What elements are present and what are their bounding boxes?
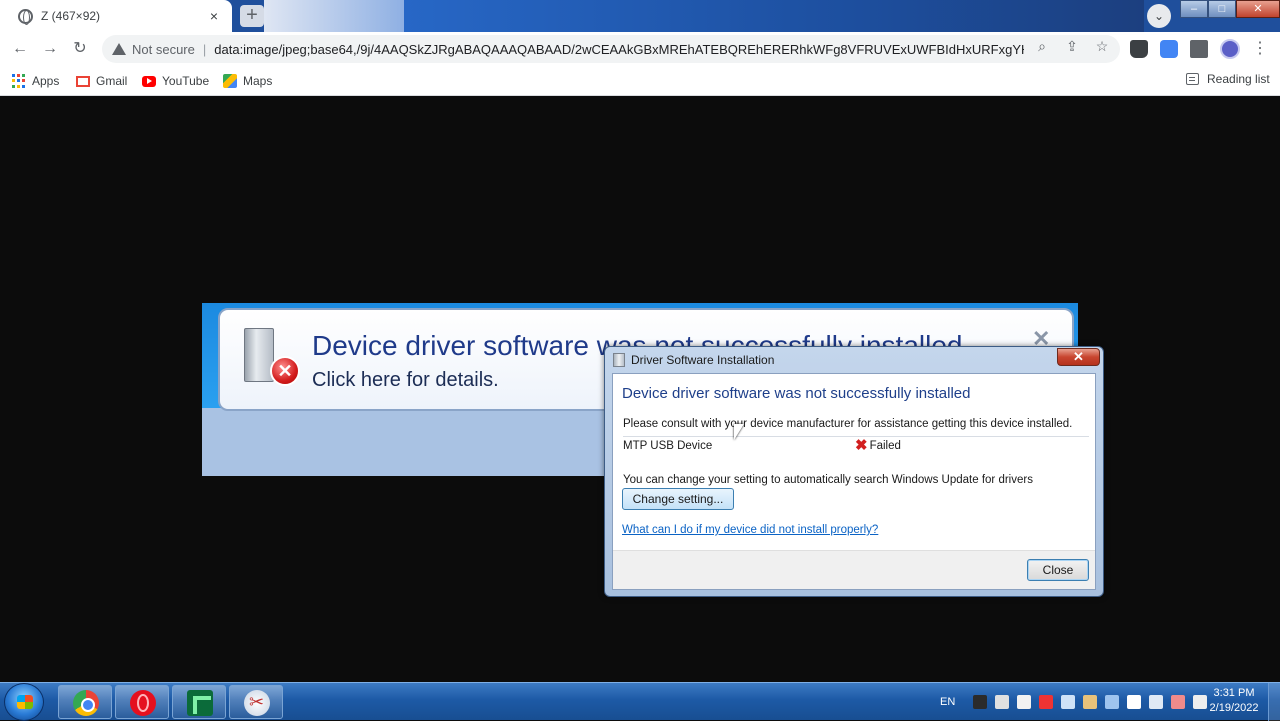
blurred-window-area (404, 0, 1144, 32)
reading-list-button[interactable]: Reading list (1186, 72, 1270, 86)
device-icon (613, 353, 625, 367)
youtube-icon (142, 75, 156, 87)
close-button[interactable]: Close (1027, 559, 1089, 581)
tray-usb-icon[interactable] (1083, 695, 1098, 709)
clock-date: 2/19/2022 (1209, 702, 1259, 714)
maximize-button[interactable]: □ (1208, 0, 1236, 18)
change-setting-text: You can change your setting to automatic… (623, 474, 1033, 486)
bookmark-maps[interactable]: Maps (223, 72, 272, 90)
browser-toolbar: ← → ↻ Not secure | data:image/jpeg;base6… (0, 32, 1280, 66)
taskbar: EN 3:31 PM 2/19/2022 (0, 682, 1280, 721)
volume-icon[interactable] (1061, 695, 1076, 709)
help-link[interactable]: What can I do if my device did not insta… (622, 524, 878, 536)
snipping-tool-icon (244, 690, 270, 716)
dialog-caption-text: Driver Software Installation (631, 353, 775, 367)
tray-alert-icon[interactable] (1171, 695, 1186, 709)
reading-list-icon (1186, 73, 1199, 85)
change-setting-button[interactable]: Change setting... (622, 488, 734, 510)
car-extension-icon[interactable] (1130, 40, 1148, 58)
window-close-button[interactable]: ✕ (1236, 0, 1280, 18)
taskbar-snipping-tool[interactable] (229, 685, 283, 719)
browser-tab[interactable]: Z (467×92) × (0, 0, 232, 32)
bookmark-apps[interactable]: Apps (12, 72, 59, 90)
bluetooth-icon[interactable] (1105, 695, 1120, 709)
language-indicator[interactable]: EN (940, 696, 955, 708)
minimize-button[interactable]: – (1180, 0, 1208, 18)
maps-icon (223, 74, 237, 88)
dialog-close-icon[interactable]: ✕ (1057, 348, 1100, 366)
forward-arrow-icon[interactable]: → (40, 39, 60, 59)
tab-title: Z (467×92) (41, 9, 101, 23)
status-text: Failed (869, 440, 901, 452)
install-status: ✖ Failed (855, 437, 901, 454)
gmail-icon (76, 75, 90, 87)
omnibox-separator: | (202, 41, 207, 57)
dialog-body: Device driver software was not successfu… (612, 373, 1096, 590)
bookmark-star-icon[interactable]: ☆ (1092, 38, 1112, 55)
start-button[interactable] (4, 683, 44, 721)
device-name: MTP USB Device (623, 440, 713, 452)
taskbar-clock[interactable]: 3:31 PM 2/19/2022 (1202, 686, 1266, 716)
camtasia-icon (187, 690, 213, 716)
taskbar-chrome[interactable] (58, 685, 112, 719)
bookmark-label: Apps (32, 74, 60, 88)
menu-kebab-icon[interactable]: ⋮ (1252, 40, 1268, 58)
driver-install-dialog: Driver Software Installation ✕ Device dr… (604, 346, 1104, 597)
not-secure-label[interactable]: Not secure (132, 42, 195, 57)
signal-icon[interactable] (1127, 695, 1142, 709)
new-tab-button[interactable]: + (240, 5, 264, 27)
tab-search-chevron-icon[interactable]: ⌄ (1147, 4, 1171, 28)
reading-list-label: Reading list (1207, 72, 1270, 86)
error-badge-icon: ✕ (270, 356, 300, 386)
network-icon[interactable] (1149, 695, 1164, 709)
tab-close-button[interactable]: × (206, 8, 222, 24)
dialog-footer: Close (613, 550, 1095, 589)
tray-record-icon[interactable] (1039, 695, 1054, 709)
dialog-heading: Device driver software was not successfu… (622, 385, 971, 402)
notification-details-link[interactable]: Click here for details. (312, 369, 499, 392)
zoom-icon[interactable]: ⌕ (1032, 38, 1052, 55)
bookmark-youtube[interactable]: YouTube (142, 72, 209, 90)
tab-strip: Z (467×92) × + ⌄ – □ ✕ (0, 0, 1280, 32)
globe-icon (18, 8, 33, 25)
share-icon[interactable]: ⇪ (1062, 38, 1082, 55)
bookmark-label: Gmail (96, 74, 128, 88)
url-text[interactable]: data:image/jpeg;base64,/9j/4AAQSkZJRgABA… (214, 42, 1024, 57)
consult-text: Please consult with your device manufact… (623, 418, 1073, 430)
tray-app-icon[interactable] (973, 695, 988, 709)
profile-avatar[interactable] (1220, 39, 1240, 59)
back-arrow-icon[interactable]: ← (10, 39, 30, 59)
bookmarks-bar: Apps Gmail YouTube Maps Reading list (0, 66, 1280, 96)
bookmark-label: YouTube (162, 74, 210, 88)
warning-icon (112, 43, 126, 55)
dialog-caption: Driver Software Installation (613, 350, 774, 370)
taskbar-camtasia[interactable] (172, 685, 226, 719)
bookmark-gmail[interactable]: Gmail (76, 72, 127, 90)
tray-pdf-icon[interactable] (995, 695, 1010, 709)
address-bar[interactable]: Not secure | data:image/jpeg;base64,/9j/… (102, 35, 1120, 63)
show-desktop-button[interactable] (1268, 683, 1280, 721)
tray-device-icon[interactable] (1017, 695, 1032, 709)
system-tray: EN (940, 683, 1215, 721)
translate-extension-icon[interactable] (1160, 40, 1178, 58)
puzzle-extensions-icon[interactable] (1190, 40, 1208, 58)
clock-time: 3:31 PM (1213, 687, 1255, 699)
blurred-tab-area (264, 0, 404, 32)
mouse-cursor-icon (734, 424, 744, 440)
chrome-icon (73, 690, 99, 716)
bookmark-label: Maps (243, 74, 273, 88)
apps-icon (12, 74, 26, 88)
failed-x-icon: ✖ (855, 437, 868, 454)
taskbar-opera[interactable] (115, 685, 169, 719)
opera-icon (130, 690, 156, 716)
reload-icon[interactable]: ↻ (70, 39, 90, 59)
